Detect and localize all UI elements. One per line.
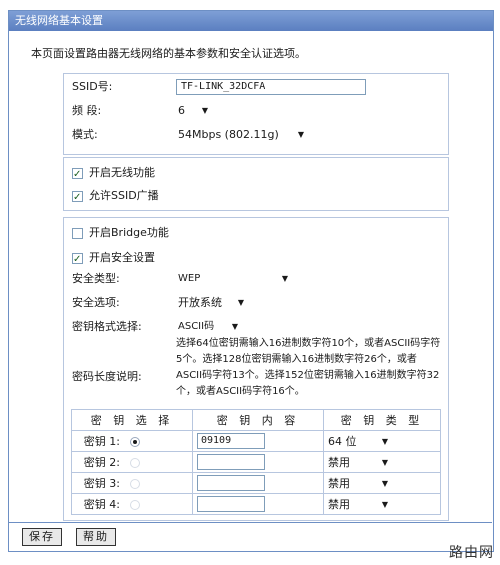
key-4-type-select[interactable]: 禁用 ▼ [328,496,388,512]
key-1-radio[interactable] [130,437,140,447]
key-4-type-value: 禁用 [328,498,350,511]
key-length-description: 选择64位密钥需输入16进制数字符10个，或者ASCII码字符5个。选择128位… [176,338,441,397]
key-content-header: 密 钥 内 容 [192,409,324,431]
key-table-header: 密 钥 选 择 密 钥 内 容 密 钥 类 型 [71,409,441,431]
key-format-label: 密钥格式选择: [72,320,142,333]
band-value: 6 [178,104,185,117]
chevron-down-icon: ▼ [237,298,244,307]
wireless-toggles-box: 开启无线功能 允许SSID广播 [63,157,449,211]
ssid-broadcast-checkbox[interactable] [72,189,83,207]
mode-value: 54Mbps (802.11g) [178,128,279,141]
bridge-row[interactable]: 开启Bridge功能 [72,224,169,242]
ssid-broadcast-row[interactable]: 允许SSID广播 [72,187,159,207]
watermark: 路由网 [449,545,494,561]
help-button[interactable]: 帮助 [76,528,116,546]
chevron-down-icon: ▼ [381,457,388,467]
key-2-type-select[interactable]: 禁用 ▼ [328,454,388,470]
key-3-type-value: 禁用 [328,477,350,490]
security-type-select[interactable]: WEP ▼ [176,270,290,287]
key-1-type-value: 64 位 [328,435,357,448]
ssid-input[interactable]: TF-LINK_32DCFA [176,79,366,95]
key-3-label: 密钥 3: [83,477,120,490]
key-3-type-select[interactable]: 禁用 ▼ [328,475,388,491]
save-button[interactable]: 保存 [22,528,62,546]
key-1-label: 密钥 1: [83,435,120,448]
chevron-down-icon: ▼ [281,274,288,283]
security-type-value: WEP [178,273,201,284]
window-title: 无线网络基本设置 [9,11,493,31]
settings-panel: 无线网络基本设置 本页面设置路由器无线网络的基本参数和安全认证选项。 SSID号… [8,10,494,552]
key-2-input[interactable] [197,454,265,470]
chevron-down-icon: ▼ [231,322,238,331]
chevron-down-icon: ▼ [201,106,208,115]
mode-label: 模式: [72,128,98,141]
key-4-label: 密钥 4: [83,498,120,511]
mode-select[interactable]: 54Mbps (802.11g) ▼ [176,126,306,143]
wireless-enable-label: 开启无线功能 [89,166,155,179]
chevron-down-icon: ▼ [381,478,388,488]
ssid-broadcast-label: 允许SSID广播 [89,189,159,202]
table-row: 密钥 2: 禁用 ▼ [71,451,441,473]
chevron-down-icon: ▼ [381,499,388,509]
intro-text: 本页面设置路由器无线网络的基本参数和安全认证选项。 [31,47,306,60]
key-4-input[interactable] [197,496,265,512]
table-row: 密钥 1: 09109 64 位 ▼ [71,430,441,452]
table-row: 密钥 4: 禁用 ▼ [71,493,441,515]
band-label: 频 段: [72,104,102,117]
security-enable-label: 开启安全设置 [89,251,155,264]
key-table: 密 钥 选 择 密 钥 内 容 密 钥 类 型 密钥 1: 09109 64 位… [71,409,441,515]
key-3-input[interactable] [197,475,265,491]
key-3-radio[interactable] [130,479,140,489]
key-select-header: 密 钥 选 择 [71,409,193,431]
key-format-value: ASCII码 [178,321,215,332]
key-1-type-select[interactable]: 64 位 ▼ [328,433,388,449]
security-type-label: 安全类型: [72,272,120,285]
security-option-select[interactable]: 开放系统 ▼ [176,294,246,311]
key-2-label: 密钥 2: [83,456,120,469]
bridge-label: 开启Bridge功能 [89,226,169,239]
wireless-enable-row[interactable]: 开启无线功能 [72,164,155,184]
basic-settings-box: SSID号: TF-LINK_32DCFA 频 段: 6 ▼ 模式: 54Mbp… [63,73,449,155]
key-format-select[interactable]: ASCII码 ▼ [176,318,240,335]
button-bar: 保存 帮助 [8,522,492,551]
chevron-down-icon: ▼ [297,130,304,139]
ssid-label: SSID号: [72,80,113,93]
security-option-value: 开放系统 [178,296,222,309]
chevron-down-icon: ▼ [381,436,388,446]
band-select[interactable]: 6 ▼ [176,102,210,119]
security-option-label: 安全选项: [72,296,120,309]
bridge-checkbox[interactable] [72,227,83,239]
security-enable-checkbox[interactable] [72,251,83,269]
key-type-header: 密 钥 类 型 [323,409,441,431]
key-2-type-value: 禁用 [328,456,350,469]
key-4-radio[interactable] [130,500,140,510]
key-1-input[interactable]: 09109 [197,433,265,449]
security-enable-row[interactable]: 开启安全设置 [72,249,155,269]
table-row: 密钥 3: 禁用 ▼ [71,472,441,494]
wireless-enable-checkbox[interactable] [72,166,83,184]
key-2-radio[interactable] [130,458,140,468]
key-length-container: 选择64位密钥需输入16进制数字符10个，或者ASCII码字符5个。选择128位… [64,336,448,406]
